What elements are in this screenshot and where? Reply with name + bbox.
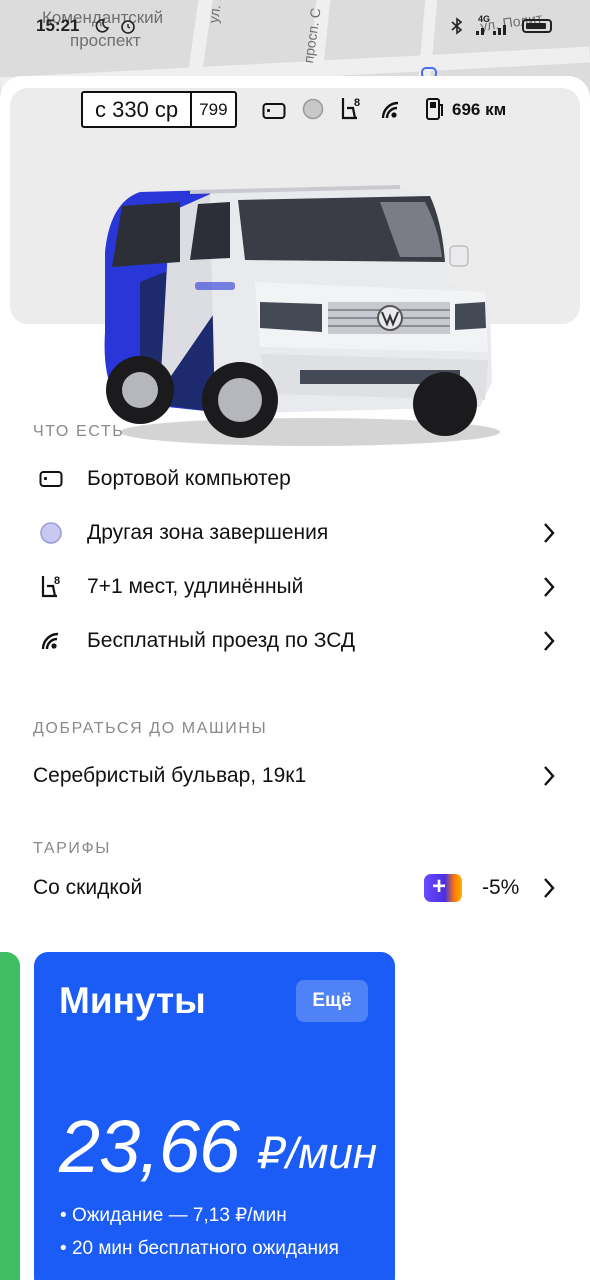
feature-row-seats[interactable]: 8 7+1 мест, удлинённый (0, 560, 590, 614)
svg-text:8: 8 (54, 575, 60, 587)
onboard-computer-icon (262, 103, 286, 119)
tariff-bullet: • 20 мин бесплатного ожидания (60, 1238, 339, 1259)
discount-row[interactable]: Со скидкой + -5% (0, 861, 590, 915)
car-details-sheet: с 330 ср 799 8 696 км ЧТО ЕСТЬ Бортовой … (0, 76, 590, 1280)
plate-number: с 330 ср (83, 93, 193, 126)
toll-road-icon (38, 628, 64, 654)
feature-label: Бортовой компьютер (87, 467, 291, 490)
directions-row[interactable]: Серебристый бульвар, 19к1 (0, 749, 590, 803)
chevron-right-icon (544, 577, 555, 597)
tariff-card-minutes[interactable]: Минуты Ещё 23,66 ₽/мин • Ожидание — 7,13… (34, 952, 395, 1280)
status-time: 15:21 (36, 16, 80, 35)
fuel-icon (426, 98, 443, 120)
signal-icon (476, 25, 506, 35)
alarm-icon (121, 20, 135, 34)
feature-row-toll-road[interactable]: Бесплатный проезд по ЗСД (0, 614, 590, 668)
battery-icon (522, 19, 552, 33)
feature-label: 7+1 мест, удлинённый (87, 575, 304, 598)
chevron-right-icon (544, 878, 555, 898)
more-button[interactable]: Ещё (296, 980, 368, 1022)
onboard-computer-icon (38, 466, 64, 492)
tariff-bullet: • Ожидание — 7,13 ₽/мин (60, 1205, 287, 1226)
seat-icon: 8 (38, 574, 64, 600)
license-plate: с 330 ср 799 (81, 91, 237, 128)
chevron-right-icon (544, 523, 555, 543)
tariff-card-previous[interactable] (0, 952, 20, 1280)
svg-text:8: 8 (354, 97, 360, 109)
tariff-price: 23,66 (59, 1105, 240, 1188)
fuel-range: 696 км (452, 100, 507, 119)
seat-icon: 8 (341, 97, 360, 120)
feature-row-onboard-computer: Бортовой компьютер (0, 452, 590, 506)
tariff-title: Минуты (59, 980, 206, 1021)
chevron-right-icon (544, 631, 555, 651)
car-image (104, 185, 500, 446)
tariffs-heading: ТАРИФЫ (33, 840, 112, 857)
chevron-right-icon (544, 766, 555, 786)
moon-icon (95, 19, 110, 33)
toll-road-icon (381, 101, 399, 119)
discount-label: Со скидкой (33, 876, 143, 899)
feature-label: Другая зона завершения (87, 521, 329, 544)
directions-heading: ДОБРАТЬСЯ ДО МАШИНЫ (33, 720, 268, 737)
bluetooth-icon (451, 17, 463, 35)
zone-dot-icon (302, 98, 324, 120)
features-heading: ЧТО ЕСТЬ (33, 423, 125, 440)
plate-region: 799 (199, 100, 228, 119)
feature-label: Бесплатный проезд по ЗСД (87, 629, 356, 652)
feature-row-zone[interactable]: Другая зона завершения (0, 506, 590, 560)
status-bar: 15:21 4G (0, 0, 590, 52)
discount-value: -5% (482, 876, 520, 899)
zone-dot-icon (38, 520, 64, 546)
tariff-unit: ₽/мин (258, 1129, 378, 1178)
yandex-plus-icon: + (424, 874, 462, 902)
car-address: Серебристый бульвар, 19к1 (33, 764, 307, 787)
